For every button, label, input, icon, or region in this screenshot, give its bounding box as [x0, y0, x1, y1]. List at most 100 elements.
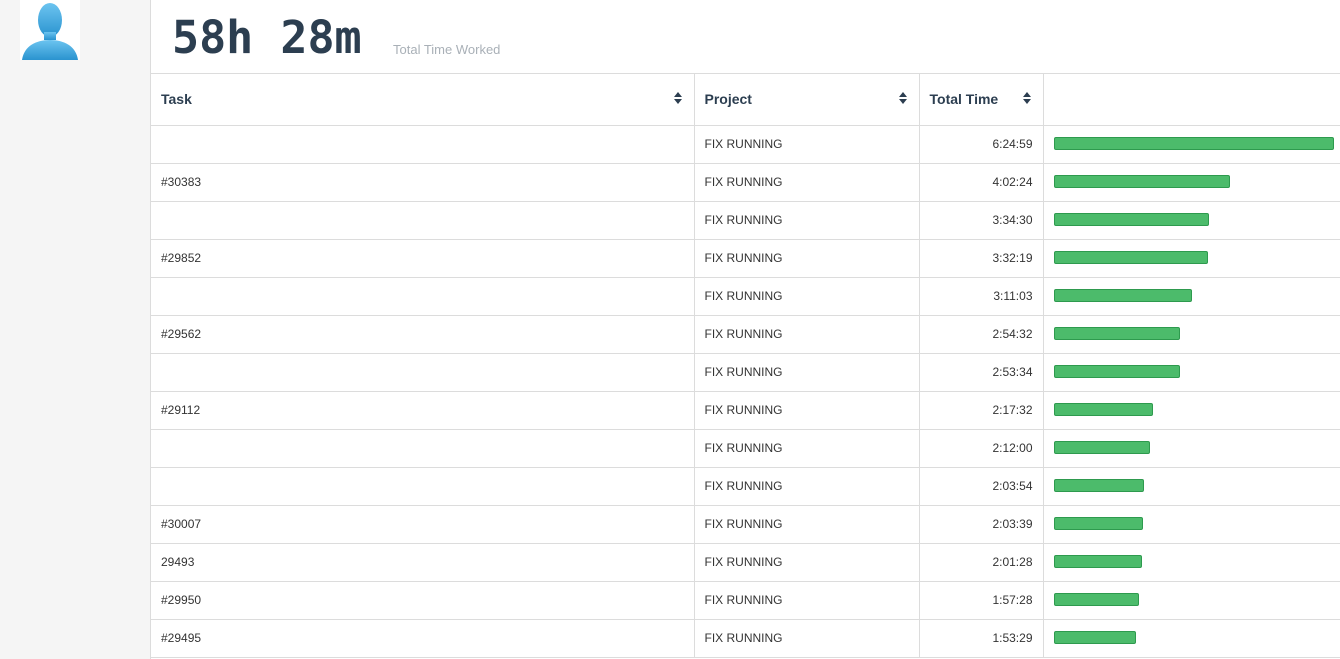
- table-row[interactable]: #29495 FIX RUNNING 1:53:29: [151, 619, 1340, 658]
- time-bar: [1053, 441, 1150, 454]
- time-bar-cell: [1043, 505, 1340, 544]
- project-cell: FIX RUNNING: [694, 619, 920, 658]
- project-cell: FIX RUNNING: [694, 353, 920, 392]
- time-bar-cell: [1043, 467, 1340, 506]
- column-header-project[interactable]: Project: [694, 74, 920, 126]
- time-table: Task Project Total Time FIX RUNNING 6:24:…: [151, 74, 1340, 658]
- task-cell[interactable]: [151, 201, 695, 240]
- table-row[interactable]: FIX RUNNING 6:24:59: [151, 125, 1340, 164]
- total-time-cell: 3:34:30: [919, 201, 1044, 240]
- task-cell[interactable]: #29112: [151, 391, 695, 430]
- total-time-cell: 3:11:03: [919, 277, 1044, 316]
- time-bar: [1053, 213, 1210, 226]
- total-time-cell: 2:03:54: [919, 467, 1044, 506]
- project-cell: FIX RUNNING: [694, 467, 920, 506]
- task-cell[interactable]: #29950: [151, 581, 695, 620]
- table-header-row: Task Project Total Time: [151, 74, 1340, 126]
- task-cell[interactable]: 29493: [151, 543, 695, 582]
- project-cell: FIX RUNNING: [694, 581, 920, 620]
- project-cell: FIX RUNNING: [694, 239, 920, 278]
- project-cell: FIX RUNNING: [694, 315, 920, 354]
- time-bar-cell: [1043, 581, 1340, 620]
- table-row[interactable]: FIX RUNNING 2:12:00: [151, 429, 1340, 468]
- table-row[interactable]: FIX RUNNING 2:53:34: [151, 353, 1340, 392]
- total-time-value: 58h 28m: [172, 11, 362, 64]
- table-row[interactable]: #30007 FIX RUNNING 2:03:39: [151, 505, 1340, 544]
- column-header-total-time-label: Total Time: [929, 91, 999, 108]
- project-cell: FIX RUNNING: [694, 391, 920, 430]
- time-bar-cell: [1043, 429, 1340, 468]
- time-bar-cell: [1043, 163, 1340, 202]
- total-time-label: Total Time Worked: [393, 42, 501, 57]
- sort-icon[interactable]: [673, 92, 682, 106]
- total-time-cell: 2:12:00: [919, 429, 1044, 468]
- total-time-cell: 2:17:32: [919, 391, 1044, 430]
- time-bar-cell: [1043, 277, 1340, 316]
- time-bar-cell: [1043, 239, 1340, 278]
- project-cell: FIX RUNNING: [694, 429, 920, 468]
- task-cell[interactable]: [151, 467, 695, 506]
- time-bar-cell: [1043, 201, 1340, 240]
- time-bar: [1053, 593, 1139, 606]
- user-silhouette-icon: [22, 3, 78, 60]
- project-cell: FIX RUNNING: [694, 201, 920, 240]
- sidebar: [0, 0, 150, 659]
- sort-icon[interactable]: [1022, 92, 1031, 106]
- time-bar-cell: [1043, 315, 1340, 354]
- column-header-total-time[interactable]: Total Time: [919, 74, 1044, 126]
- column-header-bar: [1043, 74, 1340, 126]
- table-row[interactable]: #29112 FIX RUNNING 2:17:32: [151, 391, 1340, 430]
- time-bar-cell: [1043, 619, 1340, 658]
- task-cell[interactable]: #29562: [151, 315, 695, 354]
- time-bar: [1053, 289, 1193, 302]
- main-panel: 58h 28m Total Time Worked Task Project T…: [150, 0, 1340, 659]
- project-cell: FIX RUNNING: [694, 277, 920, 316]
- column-header-task[interactable]: Task: [151, 74, 695, 126]
- task-cell[interactable]: [151, 125, 695, 164]
- task-cell[interactable]: #30007: [151, 505, 695, 544]
- table-row[interactable]: #29852 FIX RUNNING 3:32:19: [151, 239, 1340, 278]
- total-time-cell: 2:53:34: [919, 353, 1044, 392]
- table-row[interactable]: FIX RUNNING 3:11:03: [151, 277, 1340, 316]
- total-time-cell: 2:01:28: [919, 543, 1044, 582]
- time-bar: [1053, 175, 1230, 188]
- task-cell[interactable]: #30383: [151, 163, 695, 202]
- sort-icon[interactable]: [898, 92, 907, 106]
- time-bar: [1053, 631, 1137, 644]
- task-cell[interactable]: #29495: [151, 619, 695, 658]
- total-time-cell: 1:57:28: [919, 581, 1044, 620]
- time-bar-cell: [1043, 125, 1340, 164]
- time-bar: [1053, 251, 1209, 264]
- avatar[interactable]: [20, 0, 80, 60]
- time-bar-cell: [1043, 391, 1340, 430]
- table-row[interactable]: 29493 FIX RUNNING 2:01:28: [151, 543, 1340, 582]
- total-time-cell: 2:03:39: [919, 505, 1044, 544]
- total-time-cell: 1:53:29: [919, 619, 1044, 658]
- column-header-task-label: Task: [161, 91, 192, 108]
- project-cell: FIX RUNNING: [694, 505, 920, 544]
- time-bar: [1053, 479, 1144, 492]
- table-row[interactable]: #29950 FIX RUNNING 1:57:28: [151, 581, 1340, 620]
- task-cell[interactable]: [151, 429, 695, 468]
- time-bar: [1053, 137, 1334, 150]
- time-bar: [1053, 327, 1181, 340]
- task-cell[interactable]: #29852: [151, 239, 695, 278]
- time-bar: [1053, 555, 1142, 568]
- table-row[interactable]: #29562 FIX RUNNING 2:54:32: [151, 315, 1340, 354]
- total-time-cell: 4:02:24: [919, 163, 1044, 202]
- total-time-cell: 2:54:32: [919, 315, 1044, 354]
- task-cell[interactable]: [151, 353, 695, 392]
- time-bar: [1053, 365, 1180, 378]
- time-bar-cell: [1043, 543, 1340, 582]
- total-time-cell: 6:24:59: [919, 125, 1044, 164]
- project-cell: FIX RUNNING: [694, 543, 920, 582]
- time-bar: [1053, 517, 1144, 530]
- task-cell[interactable]: [151, 277, 695, 316]
- project-cell: FIX RUNNING: [694, 125, 920, 164]
- total-time-cell: 3:32:19: [919, 239, 1044, 278]
- table-row[interactable]: FIX RUNNING 3:34:30: [151, 201, 1340, 240]
- table-row[interactable]: FIX RUNNING 2:03:54: [151, 467, 1340, 506]
- summary-header: 58h 28m Total Time Worked: [151, 0, 1340, 74]
- project-cell: FIX RUNNING: [694, 163, 920, 202]
- table-row[interactable]: #30383 FIX RUNNING 4:02:24: [151, 163, 1340, 202]
